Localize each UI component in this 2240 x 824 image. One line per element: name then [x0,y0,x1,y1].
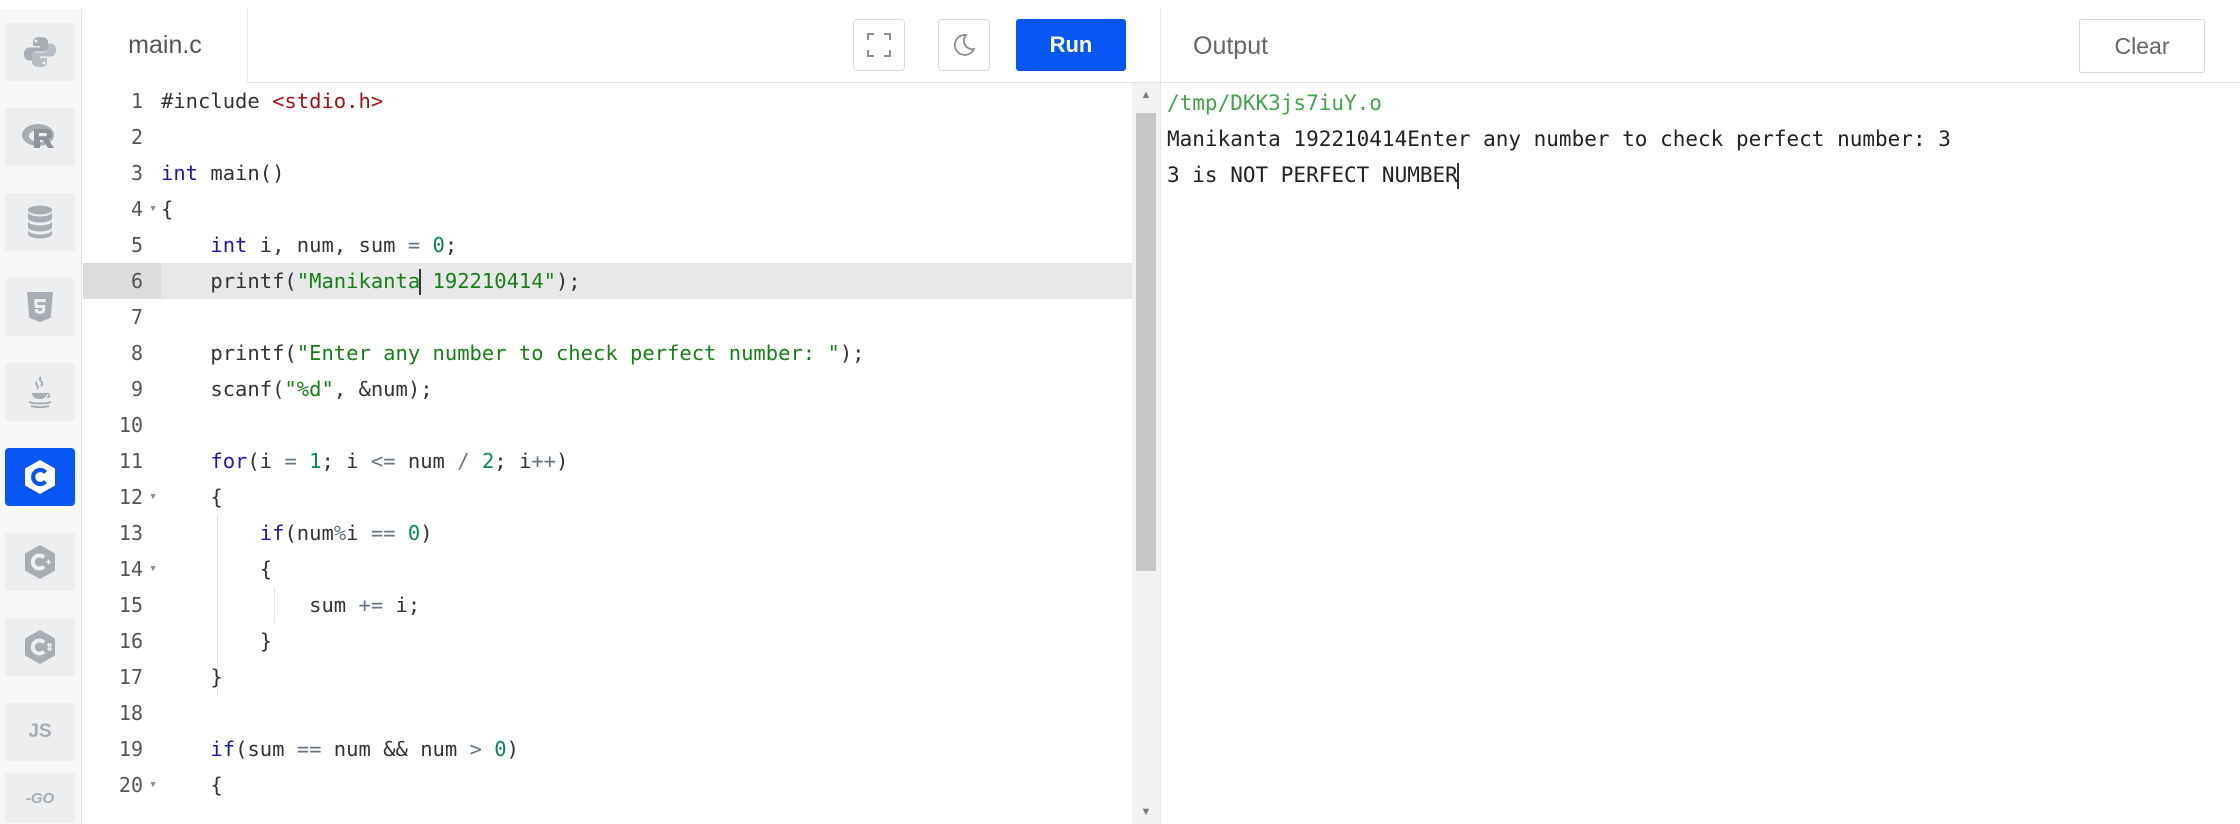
output-console[interactable]: /tmp/DKK3js7iuY.o Manikanta 192210414Ent… [1161,83,2240,824]
code-line-active: printf("Manikanta 192210414"); [161,269,581,295]
line-number: 8 [130,341,143,365]
line-number-fold[interactable]: 4 [83,191,161,227]
code-line: { [161,773,223,797]
code-line: int i, num, sum = 0; [210,233,458,257]
line-number: 2 [130,125,143,149]
scrollbar-thumb[interactable] [1136,113,1156,571]
editor-scrollbar[interactable]: ▲ ▼ [1132,83,1160,824]
lang-csharp-button[interactable] [5,618,75,676]
code-line: scanf("%d", &num); [161,377,433,401]
lang-html-button[interactable] [5,278,75,336]
line-number: 13 [118,521,143,545]
editor-header: main.c Run [83,9,1160,83]
line-number: 19 [118,737,143,761]
fullscreen-icon [867,33,891,57]
line-number-gutter: 1 2 3 4 5 6 7 8 9 10 11 12 13 14 15 16 1… [83,83,161,824]
line-number: 18 [118,701,143,725]
run-button[interactable]: Run [1016,19,1126,71]
code-line: printf("Enter any number to check perfec… [161,341,865,365]
code-line: for(i = 1; i <= num / 2; i++) [210,449,569,473]
lang-python-button[interactable] [5,23,75,81]
cpp-icon [25,545,55,579]
csharp-icon [25,630,55,664]
output-header: Output Clear [1161,9,2240,83]
line-number: 10 [118,413,143,437]
lang-sql-button[interactable] [5,193,75,251]
line-number: 6 [130,269,143,293]
line-number: 7 [130,305,143,329]
lang-js-button[interactable]: JS [5,703,75,761]
scroll-down-arrow-icon[interactable]: ▼ [1132,802,1160,822]
line-number: 5 [130,233,143,257]
fullscreen-button[interactable] [853,19,905,71]
code-editor[interactable]: 1 2 3 4 5 6 7 8 9 10 11 12 13 14 15 16 1… [83,83,1160,824]
lang-cpp-button[interactable] [5,533,75,591]
code-line: { [161,197,174,221]
code-line: #include <stdio.h> [161,89,384,113]
html5-icon [27,292,53,322]
output-line-text: 3 is NOT PERFECT NUMBER [1167,163,1458,187]
line-number: 15 [118,593,143,617]
line-number-fold[interactable]: 12 [83,479,161,515]
output-line-path: /tmp/DKK3js7iuY.o [1167,91,1382,115]
line-number: 1 [130,89,143,113]
database-icon [28,205,52,239]
java-icon [28,376,52,409]
code-line: if(sum == num && num > 0) [210,737,519,761]
line-number: 11 [118,449,143,473]
output-line: 3 is NOT PERFECT NUMBER [1167,157,1459,193]
top-strip [0,0,2240,9]
language-sidebar: JS -GO [0,9,82,824]
code-line: } [161,665,223,689]
lang-java-button[interactable] [5,363,75,421]
code-line: if(num%i == 0) [259,521,433,545]
lang-r-button[interactable] [5,108,75,166]
scroll-up-arrow-icon[interactable]: ▲ [1132,85,1160,105]
lang-go-button[interactable]: -GO [5,773,75,823]
line-number: 16 [118,629,143,653]
clear-button[interactable]: Clear [2079,19,2205,73]
output-title: Output [1193,32,1269,60]
js-icon: JS [28,721,52,742]
code-line: { [161,557,273,581]
file-tab-main-c[interactable]: main.c [83,9,248,83]
go-icon: -GO [25,789,55,807]
output-line: Manikanta 192210414Enter any number to c… [1167,127,1951,151]
c-icon [25,460,55,494]
line-number-fold[interactable]: 14 [83,551,161,587]
python-icon [24,37,56,67]
code-line: { [161,485,223,509]
moon-icon [954,34,976,56]
line-number-fold[interactable]: 20 [83,767,161,803]
code-area[interactable]: #include <stdio.h> int main() { int i, n… [161,83,1160,824]
line-number: 9 [130,377,143,401]
code-line: sum += i; [161,593,421,617]
theme-toggle-button[interactable] [938,19,990,71]
line-number: 17 [118,665,143,689]
output-cursor [1456,163,1459,189]
lang-c-button[interactable] [5,448,75,506]
line-number: 3 [130,161,143,185]
code-line: } [161,629,273,653]
code-line: int main() [161,161,285,185]
r-icon [22,124,54,148]
editor-caret [419,269,422,295]
